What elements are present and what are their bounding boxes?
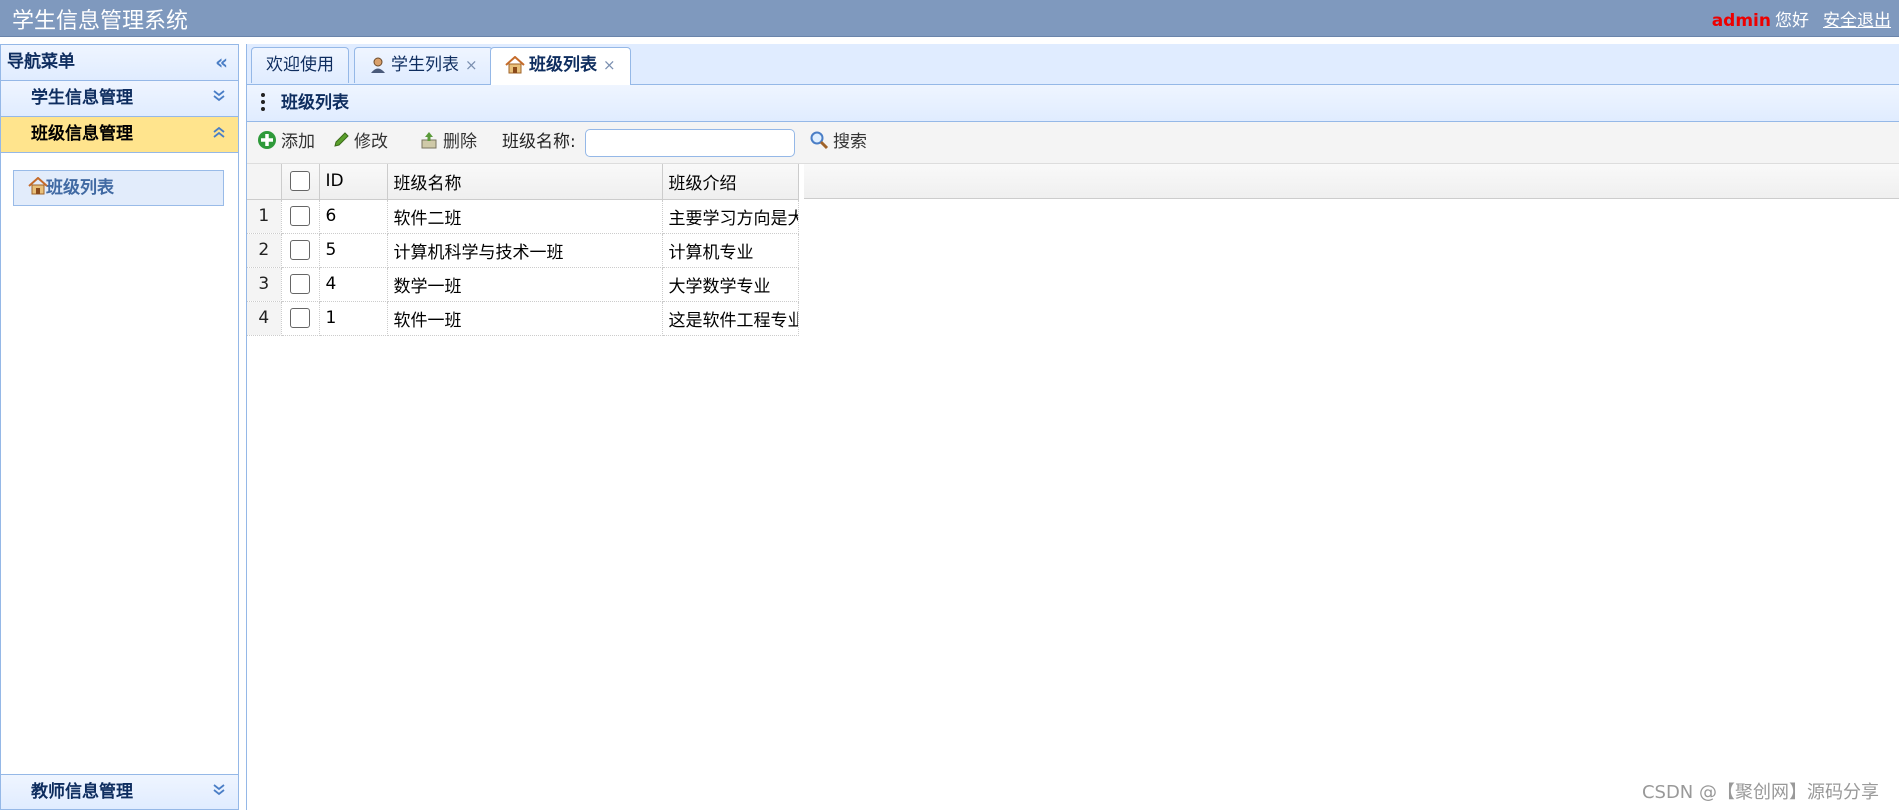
row-checkbox-cell xyxy=(281,199,320,234)
user-area: admin 您好 安全退出 xyxy=(1712,6,1891,31)
grid-toolbar: 添加 修改 删除 班级名称: 搜索 xyxy=(247,122,1899,164)
row-checkbox-cell xyxy=(281,233,320,268)
edit-label: 修改 xyxy=(354,132,388,152)
class-name-label: 班级名称: xyxy=(502,132,576,152)
add-button[interactable]: 添加 xyxy=(257,122,315,163)
expand-down-icon[interactable] xyxy=(212,775,226,810)
column-header-class-intro[interactable]: 班级介绍 xyxy=(662,164,799,200)
accordion-label: 教师信息管理 xyxy=(31,782,133,802)
tab-label: 班级列表 xyxy=(529,55,597,75)
navigation-panel: 导航菜单 « 学生信息管理 班级信息管理 班级列表 教师信息管理 xyxy=(0,44,239,810)
grid-header-row: ID 班级名称 班级介绍 xyxy=(247,164,799,200)
row-number: 2 xyxy=(247,233,282,268)
nav-panel-header: 导航菜单 « xyxy=(1,45,238,81)
row-checkbox[interactable] xyxy=(290,206,310,226)
tab-label: 欢迎使用 xyxy=(266,55,334,75)
delete-label: 删除 xyxy=(443,132,477,152)
cell-id: 6 xyxy=(319,199,388,234)
more-vertical-icon xyxy=(261,93,265,114)
column-header-id[interactable]: ID xyxy=(319,164,388,200)
search-label: 搜索 xyxy=(833,132,867,152)
cell-class-intro: 计算机专业 xyxy=(662,233,799,268)
pencil-icon xyxy=(334,132,349,147)
class-datagrid: ID 班级名称 班级介绍 1 6 软件二班 主要学习方向是大 2 5 计算机科学… xyxy=(247,164,799,336)
row-number: 3 xyxy=(247,267,282,302)
table-row[interactable]: 4 1 软件一班 这是软件工程专业 xyxy=(247,301,799,336)
row-checkbox[interactable] xyxy=(290,240,310,260)
watermark: CSDN @【聚创网】源码分享 xyxy=(1641,782,1879,803)
expand-down-icon[interactable] xyxy=(212,81,226,116)
home-icon xyxy=(505,56,525,74)
main-content: 欢迎使用 学生列表 × 班级列表 × 班级列表 添加 修改 删除 班级名称: 搜… xyxy=(246,44,1899,810)
table-row[interactable]: 1 6 软件二班 主要学习方向是大 xyxy=(247,199,799,234)
tab-close-icon[interactable]: × xyxy=(465,56,478,74)
select-all-checkbox-cell xyxy=(281,164,320,200)
tab-close-icon[interactable]: × xyxy=(603,56,616,74)
app-title: 学生信息管理系统 xyxy=(12,9,189,34)
table-row[interactable]: 2 5 计算机科学与技术一班 计算机专业 xyxy=(247,233,799,268)
home-icon xyxy=(28,177,48,195)
edit-button[interactable]: 修改 xyxy=(332,122,388,163)
tab-strip: 欢迎使用 学生列表 × 班级列表 × xyxy=(247,44,1899,85)
accordion-label: 学生信息管理 xyxy=(31,88,133,108)
menu-item-label: 班级列表 xyxy=(46,178,114,198)
delete-button[interactable]: 删除 xyxy=(419,122,477,163)
accordion-class-body: 班级列表 xyxy=(1,153,238,781)
row-number: 1 xyxy=(247,199,282,234)
search-button[interactable]: 搜索 xyxy=(809,122,867,163)
menu-item-class-list[interactable]: 班级列表 xyxy=(13,170,224,206)
grid-header-filler xyxy=(804,164,1899,199)
add-label: 添加 xyxy=(281,132,315,152)
top-header: 学生信息管理系统 admin 您好 安全退出 xyxy=(0,0,1899,37)
row-checkbox-cell xyxy=(281,267,320,302)
select-all-checkbox[interactable] xyxy=(290,171,310,192)
row-number: 4 xyxy=(247,301,282,336)
tab-student-list[interactable]: 学生列表 × xyxy=(354,47,493,83)
cell-class-intro: 主要学习方向是大 xyxy=(662,199,799,234)
search-icon xyxy=(810,131,829,150)
class-name-search-input[interactable] xyxy=(585,129,795,157)
username: admin xyxy=(1711,11,1771,31)
collapse-left-icon[interactable]: « xyxy=(215,45,228,80)
accordion-teacher-management[interactable]: 教师信息管理 xyxy=(1,774,238,809)
cell-class-intro: 大学数学专业 xyxy=(662,267,799,302)
panel-title: 班级列表 xyxy=(281,93,349,113)
panel-header: 班级列表 xyxy=(247,85,1899,122)
row-checkbox-cell xyxy=(281,301,320,336)
cell-class-name: 软件二班 xyxy=(387,199,663,234)
delete-icon xyxy=(421,132,437,149)
cell-class-name: 计算机科学与技术一班 xyxy=(387,233,663,268)
cell-class-name: 数学一班 xyxy=(387,267,663,302)
column-header-class-name[interactable]: 班级名称 xyxy=(387,164,663,200)
cell-id: 4 xyxy=(319,267,388,302)
greeting: 您好 xyxy=(1775,11,1809,31)
cell-id: 5 xyxy=(319,233,388,268)
row-checkbox[interactable] xyxy=(290,274,310,294)
tab-welcome[interactable]: 欢迎使用 xyxy=(251,47,349,83)
user-icon xyxy=(371,57,385,73)
accordion-student-management[interactable]: 学生信息管理 xyxy=(1,81,238,117)
collapse-up-icon[interactable] xyxy=(212,117,226,152)
row-number-header xyxy=(247,164,282,200)
table-row[interactable]: 3 4 数学一班 大学数学专业 xyxy=(247,267,799,302)
cell-class-intro: 这是软件工程专业 xyxy=(662,301,799,336)
accordion-label: 班级信息管理 xyxy=(31,124,133,144)
add-icon xyxy=(258,131,276,149)
tab-class-list[interactable]: 班级列表 × xyxy=(490,47,631,85)
cell-id: 1 xyxy=(319,301,388,336)
nav-panel-title: 导航菜单 xyxy=(7,52,75,72)
accordion-class-management[interactable]: 班级信息管理 xyxy=(1,117,238,153)
row-checkbox[interactable] xyxy=(290,308,310,328)
logout-link[interactable]: 安全退出 xyxy=(1823,11,1891,31)
cell-class-name: 软件一班 xyxy=(387,301,663,336)
tab-label: 学生列表 xyxy=(391,55,459,75)
